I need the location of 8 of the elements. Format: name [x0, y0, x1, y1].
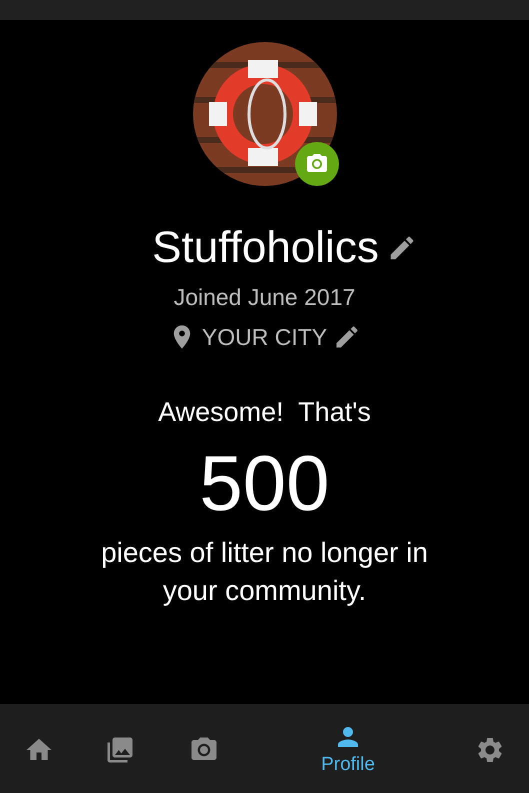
- profile-name: Stuffoholics: [152, 222, 379, 274]
- location-text: YOUR CITY: [202, 324, 328, 350]
- litter-count: 500: [199, 438, 330, 528]
- camera-button[interactable]: [294, 142, 338, 186]
- joined-date: Joined June 2017: [174, 284, 356, 311]
- gallery-icon: [105, 734, 135, 764]
- intro-text: Awesome! That's: [158, 397, 371, 428]
- community-message: pieces of litter no longer in your community.: [100, 536, 429, 608]
